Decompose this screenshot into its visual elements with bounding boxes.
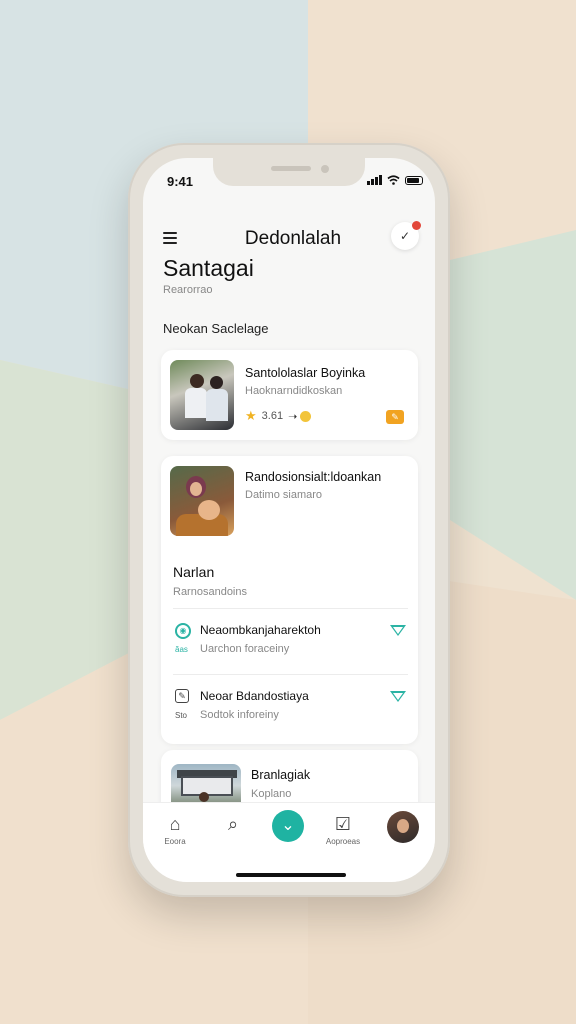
menu-button[interactable] — [163, 232, 177, 244]
battery-icon — [405, 175, 423, 185]
featured-card[interactable]: Santololaslar Boyinka Haoknarndidkoskan … — [161, 350, 418, 440]
card-title: Santololaslar Boyinka — [245, 366, 366, 380]
notification-button[interactable]: ✓ — [391, 221, 421, 250]
tab-home[interactable]: ⌂ Eoora — [155, 813, 195, 846]
signal-icon — [367, 175, 382, 185]
section-title: Neokan Saclelage — [163, 321, 269, 336]
page-title: Santagai — [163, 255, 254, 281]
tab-search[interactable]: ⌕ — [213, 813, 253, 835]
star-icon: ★ — [245, 408, 257, 423]
avatar[interactable] — [387, 811, 419, 843]
list-item-subtitle: Uarchon foraceiny — [200, 643, 290, 655]
list-item-caption: ăas — [175, 645, 188, 654]
rating-value: 3.61 — [261, 410, 284, 422]
card-section-title: Narlan — [173, 564, 215, 580]
tab-approve-label: Aoproeas — [325, 837, 361, 846]
approve-icon: ☑ — [334, 814, 352, 834]
list-item[interactable]: ◉ ăas Neaombkanjaharektoh Uarchon forace… — [173, 608, 408, 669]
app-title: Dedonlalah — [244, 228, 342, 249]
tab-approve[interactable]: ☑ Aoproeas — [323, 813, 363, 846]
card-subtitle: Datimo siamaro — [245, 489, 323, 501]
page-subtitle: Rearorrao — [163, 284, 213, 296]
chevron-down-icon[interactable] — [390, 625, 406, 636]
list-item-title: Neaombkanjaharektoh — [200, 623, 321, 637]
edit-icon: ✎ — [175, 689, 189, 703]
card-section-subtitle: Rarnosandoins — [173, 586, 247, 598]
status-time: 9:41 — [167, 174, 194, 189]
tag-icon[interactable]: ✎ — [386, 410, 404, 424]
notch — [213, 158, 365, 186]
card-rating: ★ 3.61 ➝ — [245, 408, 312, 424]
phone-screen: 9:41 Dedonlalah ✓ Santagai Rearorrao Neo… — [143, 158, 435, 882]
notification-badge — [412, 221, 421, 230]
speaker — [271, 166, 311, 171]
list-item[interactable]: ✎ Sto Neoar Bdandostiaya Sodtok inforein… — [173, 674, 408, 735]
search-icon: ⌕ — [227, 814, 239, 834]
card-title: Randosionsialt:ldoankan — [245, 470, 382, 484]
menu-icon — [163, 232, 177, 234]
circle-check-icon: ◉ — [175, 623, 191, 639]
status-icons — [367, 175, 423, 185]
card-thumbnail — [170, 466, 234, 536]
chevron-down-icon[interactable] — [390, 691, 406, 702]
wifi-icon — [387, 175, 400, 185]
list-item-title: Neoar Bdandostiaya — [200, 689, 309, 703]
list-item-caption: Sto — [175, 711, 188, 720]
card-subtitle: Haoknarndidkoskan — [245, 385, 343, 397]
chevron-down-icon: ⌄ — [281, 817, 295, 834]
list-item-subtitle: Sodtok inforeiny — [200, 709, 279, 721]
coin-icon: ➝ — [288, 410, 312, 423]
camera — [321, 165, 329, 173]
tab-home-label: Eoora — [164, 837, 186, 846]
card-title: Branlagiak — [251, 768, 311, 782]
card-thumbnail — [170, 360, 234, 430]
bell-icon: ✓ — [400, 229, 411, 243]
tab-bar: ⌂ Eoora ⌕ ⌄ ☑ Aoproeas — [143, 802, 435, 882]
home-indicator — [236, 873, 346, 877]
card-subtitle: Koplano — [251, 788, 292, 800]
home-icon: ⌂ — [169, 814, 181, 834]
detail-card: Randosionsialt:ldoankan Datimo siamaro N… — [161, 456, 418, 744]
primary-action-button[interactable]: ⌄ — [272, 810, 304, 842]
